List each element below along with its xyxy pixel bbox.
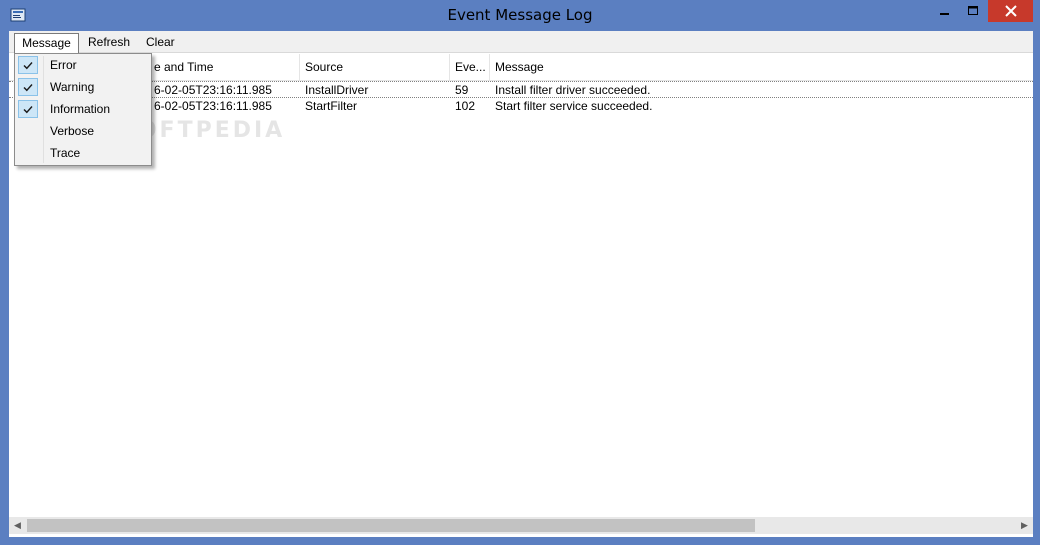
client-area: Message Refresh Clear e and Time Source … bbox=[9, 31, 1033, 537]
cell-source: InstallDriver bbox=[305, 83, 369, 97]
menu-item-label: Verbose bbox=[50, 124, 95, 138]
menu-item-label: Warning bbox=[50, 80, 95, 94]
scroll-right-icon[interactable]: ▶ bbox=[1016, 517, 1033, 534]
menu-refresh[interactable]: Refresh bbox=[82, 33, 136, 53]
column-header-message[interactable]: Message bbox=[490, 54, 1033, 80]
menu-message[interactable]: Message bbox=[14, 33, 79, 53]
cell-event: 102 bbox=[455, 99, 476, 113]
menu-item-error[interactable]: Error bbox=[15, 54, 151, 76]
cell-datetime: 6-02-05T23:16:11.985 bbox=[154, 99, 272, 113]
horizontal-scrollbar[interactable]: ◀ ▶ bbox=[9, 517, 1033, 534]
scroll-left-icon[interactable]: ◀ bbox=[9, 517, 26, 534]
check-icon bbox=[18, 100, 38, 118]
menu-clear[interactable]: Clear bbox=[140, 33, 181, 53]
cell-message: Install filter driver succeeded. bbox=[495, 83, 651, 97]
message-filter-menu: Error Warning Information Verbose Trace bbox=[14, 53, 152, 166]
minimize-icon bbox=[940, 13, 949, 15]
column-header-datetime[interactable]: e and Time bbox=[149, 54, 300, 80]
event-log-window: Event Message Log Message Refresh Clear … bbox=[0, 0, 1040, 545]
column-header-event[interactable]: Eve... bbox=[450, 54, 490, 80]
event-list[interactable]: e and Time Source Eve... Message 6-02-05… bbox=[9, 54, 1033, 517]
close-icon bbox=[1004, 5, 1017, 17]
check-icon bbox=[18, 78, 38, 96]
menu-bar: Message Refresh Clear bbox=[9, 31, 1033, 53]
maximize-button[interactable] bbox=[960, 0, 986, 22]
maximize-icon bbox=[968, 6, 978, 15]
cell-datetime: 6-02-05T23:16:11.985 bbox=[154, 83, 272, 97]
cell-event: 59 bbox=[455, 83, 469, 97]
scroll-thumb[interactable] bbox=[27, 519, 755, 532]
menu-item-verbose[interactable]: Verbose bbox=[15, 120, 151, 142]
cell-source: StartFilter bbox=[305, 99, 358, 113]
menu-item-label: Trace bbox=[50, 146, 81, 160]
title-bar[interactable]: Event Message Log bbox=[0, 0, 1040, 31]
check-icon bbox=[18, 56, 38, 74]
menu-item-label: Error bbox=[50, 58, 77, 72]
menu-item-warning[interactable]: Warning bbox=[15, 76, 151, 98]
menu-item-trace[interactable]: Trace bbox=[15, 142, 151, 164]
table-row[interactable]: 6-02-05T23:16:11.985 StartFilter 102 Sta… bbox=[9, 98, 1033, 115]
minimize-button[interactable] bbox=[932, 0, 958, 22]
menu-item-information[interactable]: Information bbox=[15, 98, 151, 120]
menu-item-label: Information bbox=[50, 102, 111, 116]
table-row[interactable]: 6-02-05T23:16:11.985 InstallDriver 59 In… bbox=[9, 81, 1033, 98]
cell-message: Start filter service succeeded. bbox=[495, 99, 653, 113]
column-header-source[interactable]: Source bbox=[300, 54, 450, 80]
window-title: Event Message Log bbox=[447, 6, 593, 24]
close-button[interactable] bbox=[988, 0, 1033, 22]
